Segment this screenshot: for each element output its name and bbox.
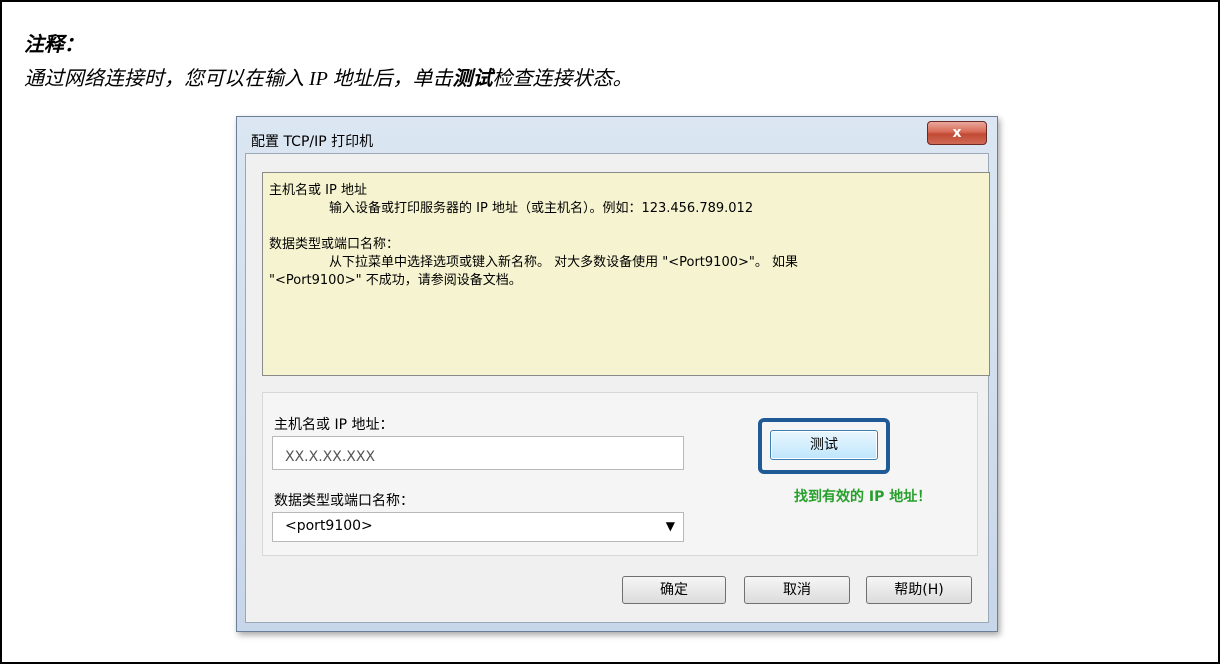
help-port-heading: 数据类型或端口名称： [269, 237, 400, 252]
status-message: 找到有效的 IP 地址！ [794, 489, 932, 505]
test-button[interactable]: 测试 [770, 430, 878, 460]
help-panel: 主机名或 IP 地址 输入设备或打印服务器的 IP 地址（或主机名）。例如：12… [262, 172, 990, 376]
ok-button[interactable]: 确定 [622, 576, 726, 604]
help-button[interactable]: 帮助(H) [866, 576, 972, 604]
note-text-before: 通过网络连接时，您可以在输入 IP 地址后，单击 [24, 68, 453, 90]
port-label: 数据类型或端口名称： [274, 493, 414, 509]
help-port-desc-line2: "<Port9100>" 不成功，请参阅设备文档。 [269, 273, 522, 288]
host-input[interactable] [272, 436, 684, 470]
help-host-desc: 输入设备或打印服务器的 IP 地址（或主机名）。例如：123.456.789.0… [329, 201, 754, 216]
host-label: 主机名或 IP 地址： [274, 417, 394, 433]
note-text-after: 检查连接状态。 [492, 68, 633, 90]
cancel-button[interactable]: 取消 [744, 576, 850, 604]
dropdown-arrow-icon: ▼ [665, 519, 675, 533]
port-select-value: <port9100> [285, 518, 373, 534]
title-bar[interactable]: 配置 TCP/IP 打印机 x [237, 117, 997, 153]
close-button[interactable]: x [927, 121, 987, 145]
help-port-desc-line1: 从下拉菜单中选择选项或键入新名称。 对大多数设备使用 "<Port9100>"。… [329, 255, 798, 270]
note-text-bold: 测试 [452, 68, 493, 90]
close-icon: x [952, 125, 962, 141]
note-title: 注释： [24, 34, 84, 56]
dialog-title: 配置 TCP/IP 打印机 [251, 134, 374, 150]
note-text: 通过网络连接时，您可以在输入 IP 地址后，单击测试检查连接状态。 [24, 62, 633, 91]
help-host-heading: 主机名或 IP 地址 [269, 183, 367, 198]
port-select[interactable]: <port9100> ▼ [272, 512, 684, 542]
